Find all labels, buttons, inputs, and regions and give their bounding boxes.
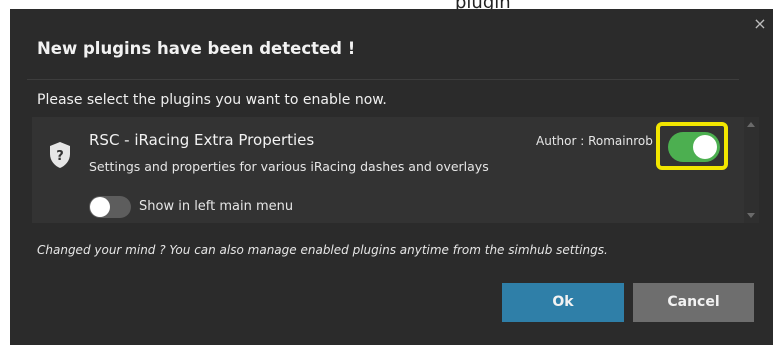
- show-in-menu-label: Show in left main menu: [139, 199, 294, 214]
- toggle-knob: [693, 135, 717, 159]
- close-icon: ×: [753, 14, 767, 33]
- toggle-knob: [90, 197, 110, 217]
- plugin-card: ? RSC - iRacing Extra Properties Setting…: [32, 117, 744, 223]
- plugin-list-scrollbar[interactable]: [744, 117, 759, 223]
- plugin-enable-toggle[interactable]: [668, 132, 720, 162]
- svg-text:?: ?: [56, 149, 64, 164]
- shield-question-icon: ?: [50, 142, 70, 168]
- settings-note: Changed your mind ? You can also manage …: [37, 243, 608, 257]
- show-in-menu-toggle[interactable]: [89, 196, 131, 218]
- plugin-detection-dialog: × New plugins have been detected ! Pleas…: [10, 9, 773, 345]
- dialog-subtitle: Please select the plugins you want to en…: [37, 92, 387, 108]
- close-button[interactable]: ×: [751, 15, 769, 33]
- plugin-name: RSC - iRacing Extra Properties: [89, 131, 315, 149]
- cancel-button[interactable]: Cancel: [633, 283, 754, 322]
- plugin-author: Author : Romainrob: [536, 134, 653, 148]
- plugin-description: Settings and properties for various iRac…: [89, 159, 489, 174]
- scroll-up-icon[interactable]: [747, 122, 755, 127]
- title-divider: [27, 79, 739, 80]
- dialog-title: New plugins have been detected !: [37, 39, 356, 58]
- scroll-down-icon[interactable]: [747, 213, 755, 218]
- ok-button[interactable]: Ok: [502, 283, 624, 322]
